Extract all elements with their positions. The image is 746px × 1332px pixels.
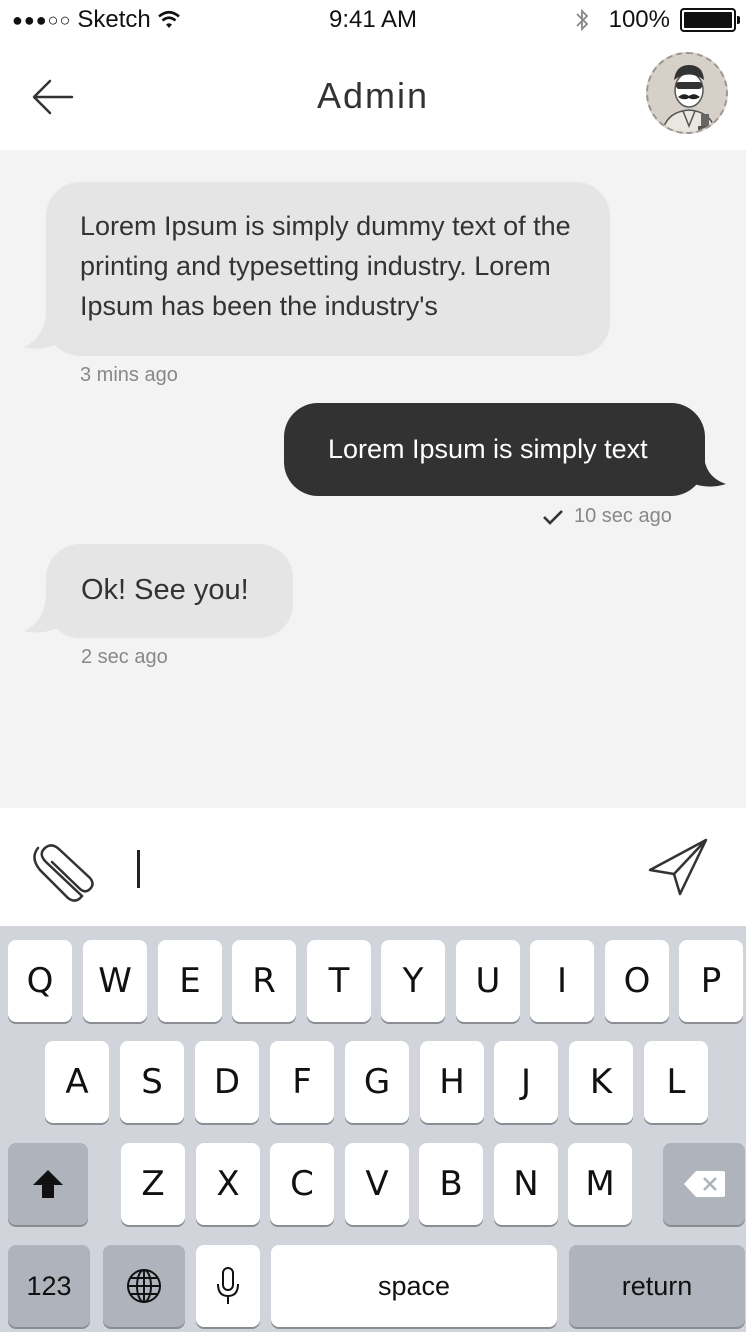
key-j[interactable]: J [494,1041,558,1123]
key-f[interactable]: F [270,1041,334,1123]
key-h[interactable]: H [420,1041,484,1123]
keyboard: Q W E R T Y U I O P A S D F G H J K L Z … [0,926,746,1332]
key-r[interactable]: R [232,940,296,1022]
status-bar: ●●●○○ Sketch 9:41 AM 100% [0,0,746,42]
key-o[interactable]: O [605,940,669,1022]
send-icon[interactable] [646,836,710,898]
key-y[interactable]: Y [381,940,445,1022]
key-v[interactable]: V [345,1143,409,1225]
key-l[interactable]: L [644,1041,708,1123]
shift-icon [33,1170,63,1198]
key-z[interactable]: Z [121,1143,185,1225]
return-key[interactable]: return [569,1245,745,1327]
battery-icon [680,8,740,32]
key-q[interactable]: Q [8,940,72,1022]
message-timestamp: 10 sec ago [574,505,672,527]
paperclip-icon[interactable] [30,840,98,906]
shift-key[interactable] [8,1143,88,1225]
key-u[interactable]: U [456,940,520,1022]
message-bubble-incoming: Ok! See you! [46,544,293,638]
key-i[interactable]: I [530,940,594,1022]
key-d[interactable]: D [195,1041,259,1123]
key-e[interactable]: E [158,940,222,1022]
key-x[interactable]: X [196,1143,260,1225]
backspace-icon [684,1171,725,1197]
key-c[interactable]: C [270,1143,334,1225]
message-bubble-outgoing: Lorem Ipsum is simply text [284,403,705,496]
admin-avatar-icon [661,65,717,132]
checkmark-icon [543,509,563,525]
page-title: Admin [316,75,430,116]
bluetooth-icon [575,8,588,32]
nav-bar: Admin [0,42,746,150]
key-p[interactable]: P [679,940,743,1022]
dictation-key[interactable] [196,1245,260,1327]
text-cursor [137,850,140,888]
status-right: 100% [575,6,740,34]
key-a[interactable]: A [45,1041,109,1123]
chat-area: Lorem Ipsum is simply dummy text of the … [0,150,746,808]
globe-icon [127,1269,161,1303]
key-w[interactable]: W [83,940,147,1022]
key-n[interactable]: N [494,1143,558,1225]
avatar[interactable] [646,52,728,134]
message-input[interactable] [130,843,620,893]
backspace-key[interactable] [663,1143,745,1225]
message-status: 10 sec ago [542,505,672,528]
key-k[interactable]: K [569,1041,633,1123]
message-timestamp: 3 mins ago [80,364,178,386]
battery-percent: 100% [608,6,670,33]
key-t[interactable]: T [307,940,371,1022]
composer-bar [0,808,746,926]
globe-key[interactable] [103,1245,185,1327]
message-timestamp: 2 sec ago [81,646,168,668]
key-s[interactable]: S [120,1041,184,1123]
numbers-key[interactable]: 123 [8,1245,90,1327]
key-g[interactable]: G [345,1041,409,1123]
space-key[interactable]: space [271,1245,557,1327]
key-m[interactable]: M [568,1143,632,1225]
key-b[interactable]: B [419,1143,483,1225]
message-bubble-incoming: Lorem Ipsum is simply dummy text of the … [46,182,610,356]
microphone-icon [217,1267,239,1304]
